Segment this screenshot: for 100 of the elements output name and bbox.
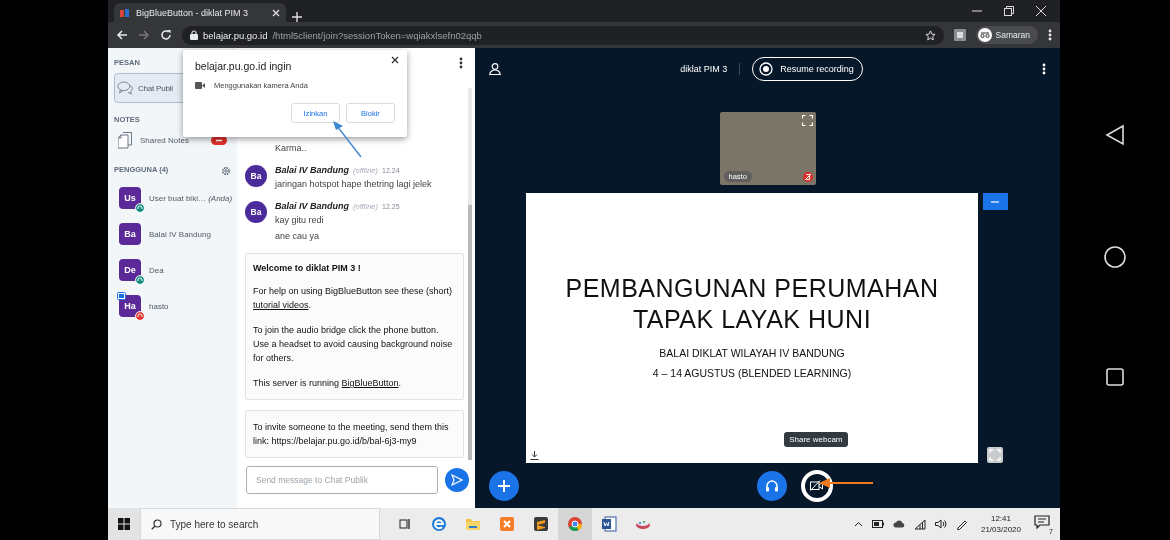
pen-icon[interactable] [955, 518, 968, 530]
document-icon [601, 516, 617, 532]
cloud-icon[interactable] [892, 520, 905, 528]
user-name: User buat biki… (Anda) [149, 193, 233, 203]
message-input[interactable]: Send message to Chat Publik [246, 466, 438, 494]
reload-icon[interactable] [160, 29, 172, 41]
user-name: Balai IV Bandung [149, 229, 211, 239]
caret-icon[interactable] [853, 521, 863, 527]
restore-icon[interactable] [1004, 6, 1014, 16]
volume-icon[interactable] [934, 519, 947, 529]
webcam-off-icon [810, 480, 823, 491]
minimize-button[interactable] [982, 193, 1008, 210]
more-options-icon[interactable] [1042, 63, 1046, 75]
message-text: kay gitu redi [275, 214, 325, 227]
home-icon[interactable] [1104, 246, 1126, 268]
arrow [819, 478, 874, 488]
url-path: /html5client/join?sessionToken=wqiakxlsefn02qqb [272, 29, 483, 41]
sender-name: Balai IV Bandung [275, 201, 349, 211]
address-bar[interactable]: belajar.pu.go.id /html5client/join?sessionToken=wqiakxlsefn02qqb [182, 25, 944, 45]
headphones-icon [764, 479, 779, 492]
browser-icon [567, 516, 583, 532]
send-button[interactable] [445, 468, 469, 492]
lock-icon [190, 30, 198, 40]
user-avatar: Ba [245, 165, 267, 187]
windows-icon [118, 518, 130, 530]
sender-name: Balai IV Bandung [275, 165, 349, 175]
meeting-title: diklat PIM 3 [680, 64, 728, 74]
welcome-text: For help on using BigBlueButton see these (short) tutorial videos. [253, 285, 454, 312]
welcome-text: To join the audio bridge click the phone button. Use a headset to avoid causing background noise for others. [253, 324, 454, 365]
profile-icon [977, 28, 992, 42]
fullscreen-icon[interactable] [801, 115, 813, 126]
folder-icon [465, 516, 481, 532]
camera-icon [195, 82, 205, 89]
link[interactable]: BigBlueButton [341, 378, 399, 388]
site-logo-icon [120, 7, 130, 18]
time-text: 12:41 [990, 513, 1011, 524]
user-avatar: De [119, 259, 141, 281]
url-host: belajar.pu.go.id [203, 29, 268, 41]
user-item[interactable]: De Dea [114, 252, 231, 288]
date-text: 21/03/2020 [980, 524, 1021, 535]
search-icon [151, 518, 162, 530]
user-name: Dea [149, 265, 164, 275]
recents-icon[interactable] [1106, 368, 1124, 386]
message-text: Karma.. [274, 142, 308, 155]
search-field[interactable]: Type here to search [140, 508, 380, 540]
user-item[interactable]: Us User buat biki… (Anda) [114, 180, 231, 216]
link[interactable]: tutorial videos [253, 300, 309, 310]
message-text: jaringan hotspot hape thetring lagi jelek [275, 178, 432, 191]
more-options-icon[interactable] [1048, 29, 1052, 41]
welcome-title: Welcome to diklat PIM 3 ! [253, 263, 362, 273]
chat-bubbles-icon [117, 81, 134, 95]
minimize-icon [991, 200, 999, 203]
profile-button[interactable]: Samaran [975, 26, 1038, 44]
audio-button[interactable] [756, 470, 787, 501]
forward-icon[interactable] [138, 29, 150, 41]
slide-subtitle: 4 – 14 AGUSTUS (BLENDED LEARNING) [652, 366, 852, 381]
slide-subtitle: BALAI DIKLAT WILAYAH IV BANDUNG [659, 346, 845, 361]
record-icon [759, 62, 774, 76]
browser-icon [431, 516, 447, 532]
user-avatar: Ba [119, 223, 141, 245]
send-icon [451, 474, 463, 486]
clock[interactable]: 12:41 21/03/2020 [976, 513, 1025, 535]
app-icon [499, 516, 515, 532]
popup-title: belajar.pu.go.id ingin [195, 60, 293, 72]
browser-tab[interactable]: BigBlueButton - diklat PIM 3 [114, 3, 286, 22]
start-button[interactable] [108, 508, 140, 540]
extension-icon[interactable] [953, 29, 966, 41]
arrow [333, 121, 362, 158]
settings-icon[interactable] [221, 165, 231, 176]
user-item[interactable]: Ba Balai IV Bandung [114, 216, 231, 252]
notes-label: Shared Notes [140, 136, 189, 145]
user-name: hasto [149, 301, 169, 311]
invite-text: To invite someone to the meeting, send them this link: https://belajar.pu.go.id/b/bal-6j3-my9 [253, 421, 450, 448]
more-options-icon[interactable] [459, 57, 463, 69]
user-icon[interactable] [489, 63, 501, 75]
battery-icon[interactable] [871, 520, 884, 528]
welcome-text: This server is running BigBlueButton. [253, 377, 403, 390]
user-item[interactable]: Ha hasto [114, 288, 231, 324]
document-icon [118, 132, 132, 149]
slide-title: TAPAK LAYAK HUNI [632, 304, 872, 335]
task-view-icon [399, 518, 411, 530]
user-avatar: Us [119, 187, 141, 209]
app-icon [533, 516, 549, 532]
back-icon[interactable] [116, 29, 128, 41]
notifications-icon[interactable] [1034, 515, 1050, 529]
notes-item[interactable]: Shared Notes [114, 130, 231, 151]
tab-title: BigBlueButton - diklat PIM 3 [136, 7, 250, 18]
back-icon[interactable] [1105, 124, 1125, 146]
wifi-icon[interactable] [913, 518, 926, 530]
user-avatar: Ba [245, 201, 267, 223]
message-text: ane cau ya [275, 230, 321, 243]
slide-title: PEMBANGUNAN PERUMAHAN [565, 273, 939, 304]
plus-icon [497, 478, 511, 493]
actions-button[interactable] [489, 470, 519, 501]
star-icon[interactable] [924, 29, 936, 41]
scrollbar[interactable] [468, 88, 472, 460]
new-tab-icon[interactable] [292, 12, 302, 22]
close-icon[interactable] [391, 56, 399, 64]
webcam-button[interactable] [800, 469, 833, 502]
download-icon[interactable] [530, 451, 539, 460]
